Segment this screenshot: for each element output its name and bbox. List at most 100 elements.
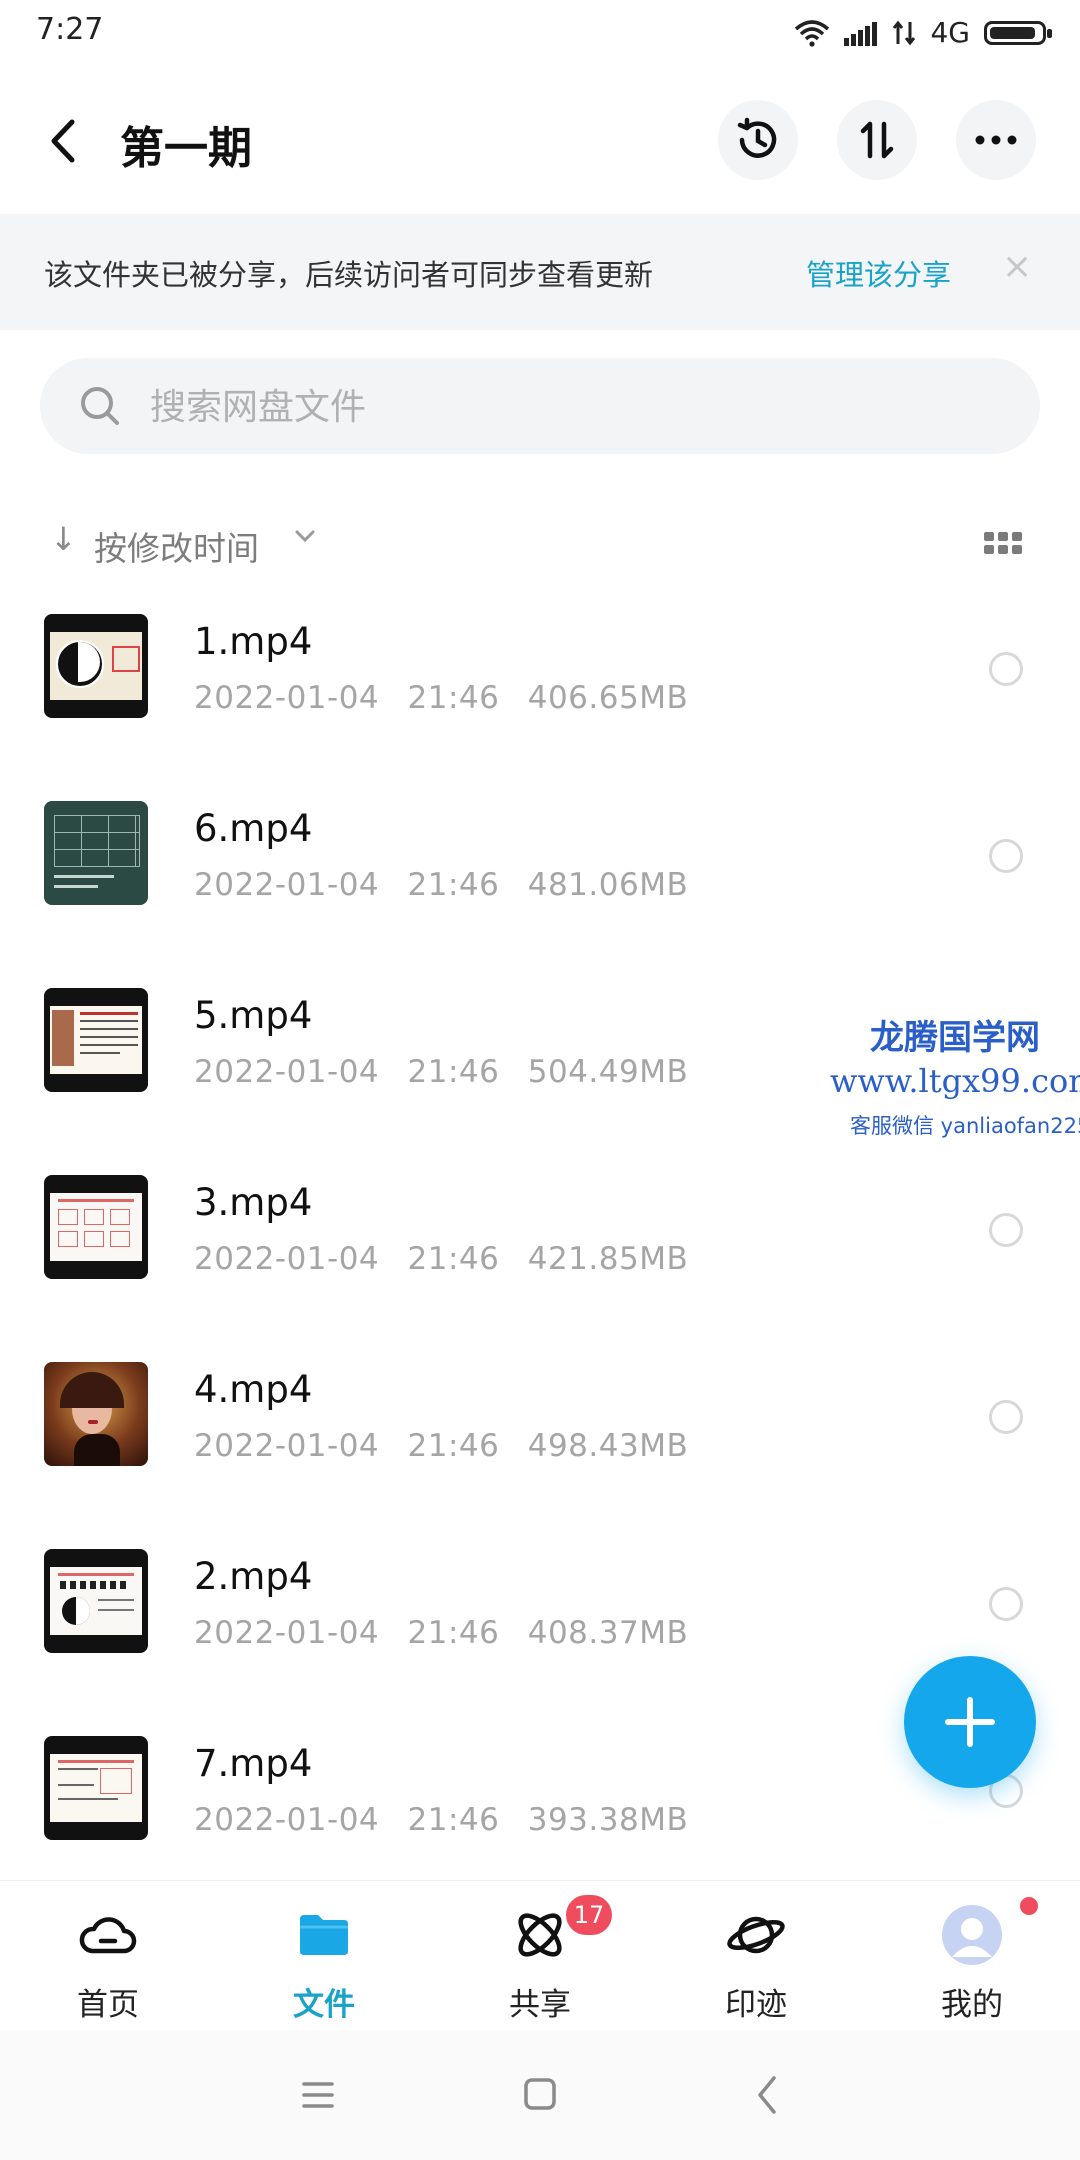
file-row[interactable]: 6.mp4 2022-01-04 21:46 481.06MB	[0, 787, 1080, 974]
file-row[interactable]: 1.mp4 2022-01-04 21:46 406.65MB	[0, 600, 1080, 787]
select-radio[interactable]	[989, 1213, 1023, 1247]
file-row[interactable]: 3.mp4 2022-01-04 21:46 421.85MB	[0, 1161, 1080, 1348]
nav-item-footprint[interactable]: 印迹	[676, 1881, 836, 2031]
network-type: 4G	[930, 16, 970, 49]
file-time: 21:46	[407, 1802, 500, 1838]
menu-icon[interactable]	[290, 2070, 346, 2120]
nav-label: 首页	[77, 1987, 139, 2023]
file-size: 406.65MB	[527, 680, 689, 716]
select-radio[interactable]	[989, 1400, 1023, 1434]
bottom-nav: 首页 文件 17 共享 印迹 我的	[0, 1880, 1080, 2031]
manage-share-link[interactable]: 管理该分享	[806, 252, 951, 294]
sort-direction-icon[interactable]: ↓	[50, 520, 77, 558]
nav-item-home[interactable]: 首页	[28, 1881, 188, 2031]
page-title: 第一期	[120, 123, 252, 174]
nav-item-profile[interactable]: 我的	[892, 1881, 1052, 2031]
file-time: 21:46	[407, 1615, 500, 1651]
sort-button[interactable]	[837, 100, 917, 180]
plus-icon	[945, 1697, 995, 1747]
video-thumbnail	[44, 1736, 148, 1840]
file-date: 2022-01-04	[194, 867, 380, 903]
system-nav-bar	[0, 2030, 1080, 2160]
nav-label: 共享	[509, 1987, 571, 2023]
planet-icon	[727, 1916, 785, 1954]
file-size: 498.43MB	[527, 1428, 689, 1464]
share-icon	[518, 1913, 562, 1957]
file-name: 1.mp4	[194, 620, 313, 663]
file-size: 481.06MB	[527, 867, 689, 903]
file-name: 3.mp4	[194, 1181, 313, 1224]
notification-badge: 17	[566, 1895, 612, 1935]
file-size: 393.38MB	[527, 1802, 689, 1838]
nav-item-share[interactable]: 17 共享	[460, 1881, 620, 2031]
nav-item-files[interactable]: 文件	[244, 1881, 404, 2031]
file-meta: 2022-01-04 21:46 393.38MB	[194, 1802, 688, 1838]
chevron-down-icon[interactable]	[294, 528, 316, 544]
video-thumbnail	[44, 801, 148, 905]
select-radio[interactable]	[989, 839, 1023, 873]
battery-level	[990, 26, 1035, 39]
wifi-icon	[795, 19, 830, 47]
file-date: 2022-01-04	[194, 680, 380, 716]
watermark-url: www.ltgx99.com	[830, 1062, 1080, 1100]
history-icon	[737, 117, 777, 158]
close-icon[interactable]: ×	[1002, 246, 1032, 287]
video-thumbnail	[44, 614, 148, 718]
nav-label: 我的	[941, 1987, 1003, 2023]
file-time: 21:46	[407, 1428, 500, 1464]
nav-label: 印迹	[725, 1987, 787, 2023]
video-thumbnail	[44, 1549, 148, 1653]
file-date: 2022-01-04	[194, 1054, 380, 1090]
status-bar: 7:27 4G	[0, 0, 1080, 66]
file-time: 21:46	[407, 1241, 500, 1277]
battery-icon	[984, 20, 1052, 45]
video-thumbnail	[44, 1175, 148, 1279]
file-meta: 2022-01-04 21:46 406.65MB	[194, 680, 688, 716]
file-name: 5.mp4	[194, 994, 313, 1037]
history-button[interactable]	[718, 100, 798, 180]
file-time: 21:46	[407, 680, 500, 716]
add-button[interactable]	[904, 1656, 1036, 1788]
file-name: 4.mp4	[194, 1368, 313, 1411]
file-name: 2.mp4	[194, 1555, 313, 1598]
sort-icon	[860, 121, 894, 159]
file-time: 21:46	[407, 867, 500, 903]
file-name: 6.mp4	[194, 807, 313, 850]
grid-view-icon[interactable]	[984, 532, 1022, 554]
search-input[interactable]	[148, 358, 1012, 456]
file-size: 421.85MB	[527, 1241, 689, 1277]
header: 第一期	[0, 96, 1080, 186]
select-radio[interactable]	[989, 1587, 1023, 1621]
status-time: 7:27	[36, 12, 104, 47]
file-meta: 2022-01-04 21:46 481.06MB	[194, 867, 688, 903]
file-size: 408.37MB	[527, 1615, 689, 1651]
file-size: 504.49MB	[527, 1054, 689, 1090]
file-meta: 2022-01-04 21:46 421.85MB	[194, 1241, 688, 1277]
sort-label[interactable]: 按修改时间	[94, 522, 259, 570]
cloud-icon	[79, 1917, 137, 1954]
video-thumbnail	[44, 1362, 148, 1466]
file-meta: 2022-01-04 21:46 498.43MB	[194, 1428, 688, 1464]
back-icon	[51, 119, 75, 163]
nav-label: 文件	[293, 1987, 355, 2023]
select-radio[interactable]	[989, 652, 1023, 686]
sort-bar: ↓ 按修改时间	[0, 512, 1080, 572]
back-button[interactable]	[44, 116, 84, 166]
file-date: 2022-01-04	[194, 1428, 380, 1464]
notification-dot	[1020, 1897, 1038, 1915]
avatar-icon	[942, 1905, 1002, 1965]
search-bar	[40, 358, 1040, 456]
file-meta: 2022-01-04 21:46 504.49MB	[194, 1054, 688, 1090]
system-back-icon[interactable]	[740, 2070, 796, 2120]
share-banner: 该文件夹已被分享，后续访问者可同步查看更新 管理该分享 ×	[0, 214, 1080, 330]
file-name: 7.mp4	[194, 1742, 313, 1785]
more-icon	[975, 135, 1017, 145]
file-date: 2022-01-04	[194, 1802, 380, 1838]
folder-icon	[300, 1915, 348, 1955]
home-icon[interactable]	[512, 2070, 568, 2120]
watermark-title: 龙腾国学网	[870, 1018, 1040, 1058]
more-button[interactable]	[956, 100, 1036, 180]
video-thumbnail	[44, 988, 148, 1092]
file-date: 2022-01-04	[194, 1241, 380, 1277]
file-row[interactable]: 4.mp4 2022-01-04 21:46 498.43MB	[0, 1348, 1080, 1535]
